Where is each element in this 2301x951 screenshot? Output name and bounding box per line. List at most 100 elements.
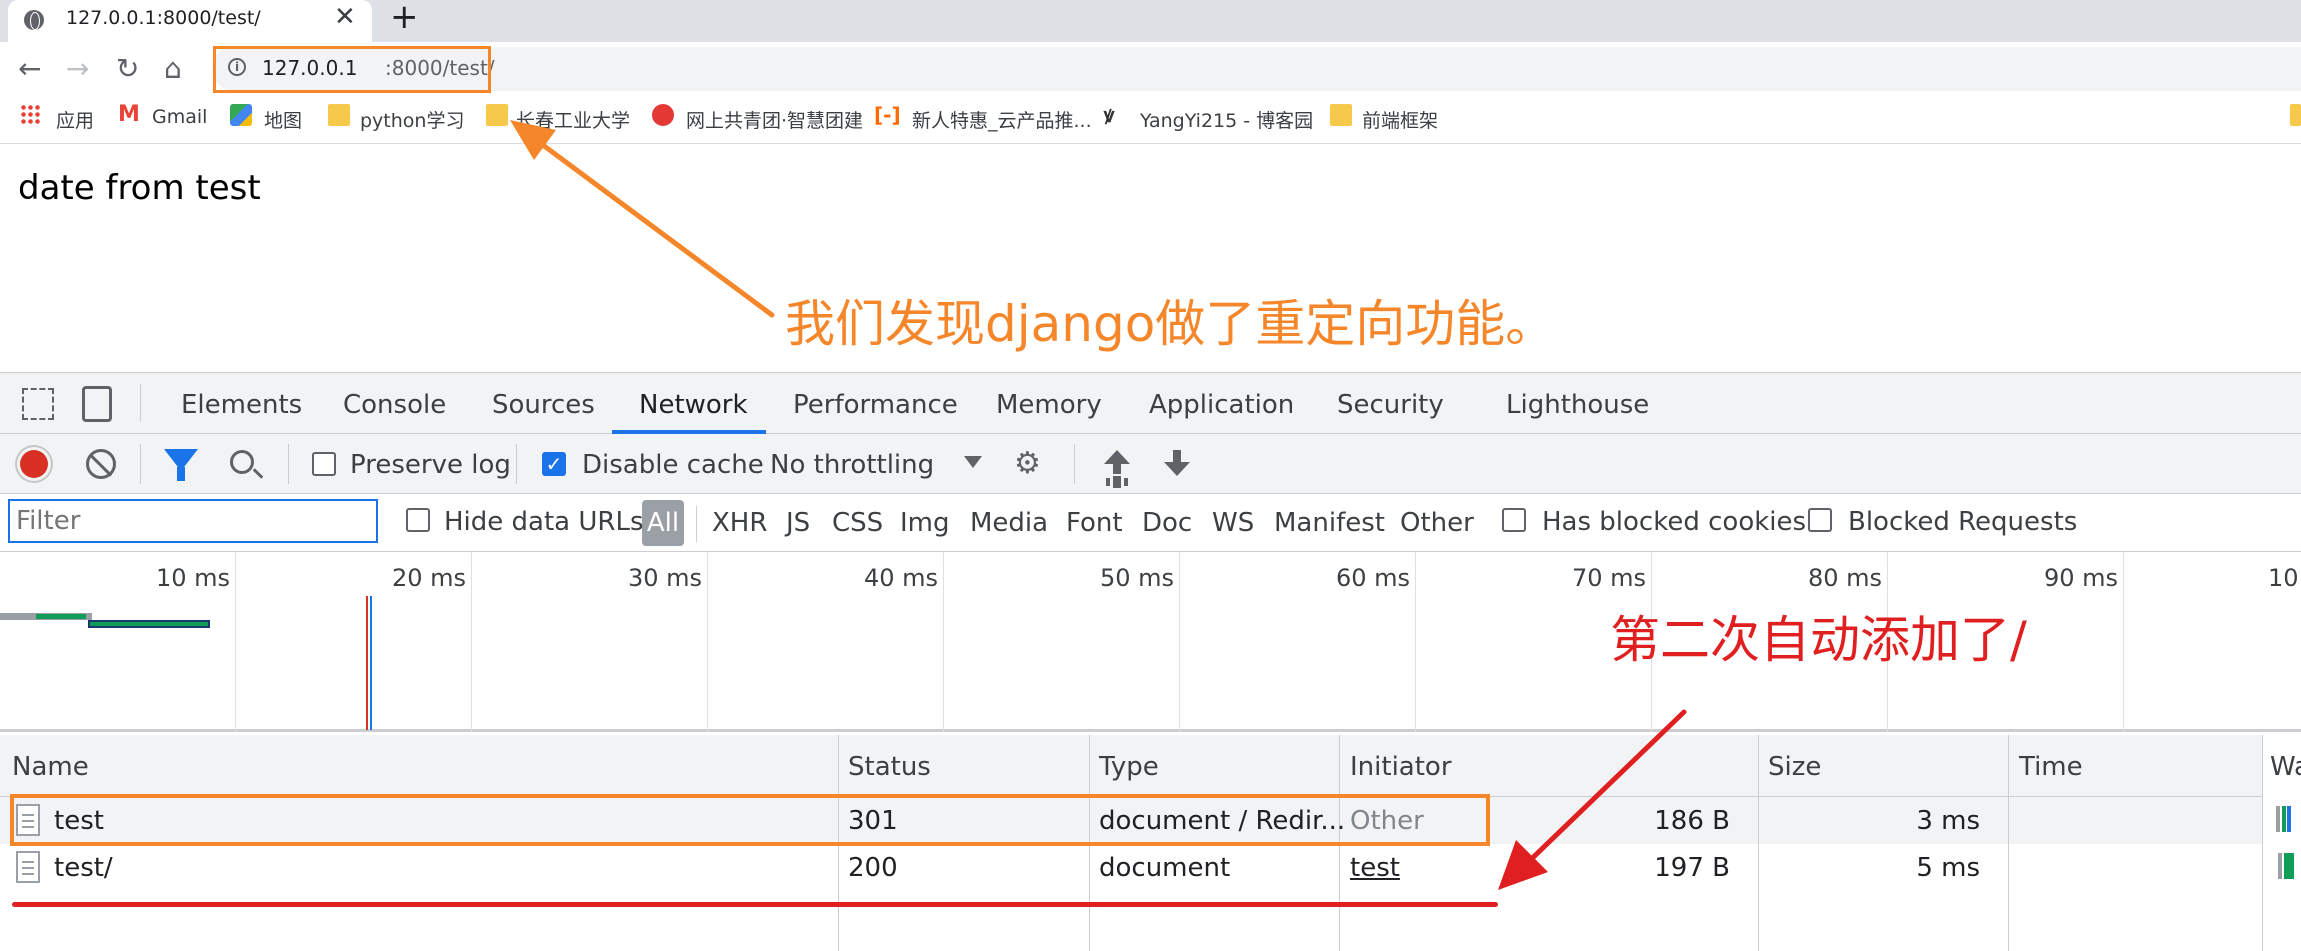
tab-memory[interactable]: Memory bbox=[996, 390, 1102, 420]
type-filter-manifest[interactable]: Manifest bbox=[1274, 508, 1385, 538]
column-header-name[interactable]: Name bbox=[12, 752, 89, 782]
device-toolbar-icon[interactable] bbox=[82, 386, 112, 422]
preserve-log-checkbox[interactable] bbox=[312, 452, 336, 476]
column-header-waterfall[interactable]: Wa bbox=[2270, 752, 2301, 782]
overview-grid-line bbox=[707, 552, 708, 732]
type-filter-media[interactable]: Media bbox=[970, 508, 1048, 538]
type-filter-js[interactable]: JS bbox=[786, 508, 810, 538]
type-filter-xhr[interactable]: XHR bbox=[712, 508, 767, 538]
waterfall-bar bbox=[2287, 806, 2291, 832]
tab-application[interactable]: Application bbox=[1149, 390, 1294, 420]
tab-network[interactable]: Network bbox=[639, 390, 748, 420]
type-filter-ws[interactable]: WS bbox=[1212, 508, 1254, 538]
tab-elements[interactable]: Elements bbox=[181, 390, 302, 420]
export-har-icon[interactable] bbox=[1164, 450, 1190, 480]
overview-grid-line bbox=[471, 552, 472, 732]
request-time: 3 ms bbox=[1916, 806, 1980, 836]
overview-tick-label: 10 ms bbox=[155, 564, 230, 592]
folder-icon bbox=[328, 104, 350, 126]
tab-lighthouse[interactable]: Lighthouse bbox=[1506, 390, 1649, 420]
inspect-element-icon[interactable] bbox=[22, 388, 54, 420]
overview-tick-label: 50 ms bbox=[1099, 564, 1174, 592]
overview-tick-label: 40 ms bbox=[863, 564, 938, 592]
request-initiator-link[interactable]: test bbox=[1350, 853, 1400, 883]
chevron-down-icon[interactable] bbox=[964, 456, 982, 468]
type-filter-img[interactable]: Img bbox=[900, 508, 950, 538]
reload-icon[interactable]: ↻ bbox=[116, 52, 139, 86]
devtools-separator bbox=[140, 384, 141, 422]
column-header-type[interactable]: Type bbox=[1099, 752, 1159, 782]
tab-close-icon[interactable]: ✕ bbox=[334, 3, 356, 31]
tab-performance[interactable]: Performance bbox=[793, 390, 958, 420]
overview-tick-label: 20 ms bbox=[391, 564, 466, 592]
tab-sources[interactable]: Sources bbox=[492, 390, 595, 420]
waterfall-bar bbox=[2278, 853, 2282, 879]
cnblogs-icon: ꝟ bbox=[1104, 103, 1115, 127]
forward-arrow-icon[interactable]: → bbox=[66, 52, 89, 86]
address-highlight-box bbox=[213, 46, 491, 93]
hide-data-urls-checkbox[interactable] bbox=[406, 508, 430, 532]
back-arrow-icon[interactable]: ← bbox=[18, 52, 41, 86]
waterfall-bar bbox=[2276, 806, 2280, 832]
type-filter-font[interactable]: Font bbox=[1066, 508, 1123, 538]
disable-cache-checkbox[interactable]: ✓ bbox=[542, 452, 566, 476]
toolbar-separator bbox=[140, 444, 141, 484]
column-header-size[interactable]: Size bbox=[1768, 752, 1821, 782]
maps-icon bbox=[230, 104, 252, 126]
type-filter-other[interactable]: Other bbox=[1400, 508, 1474, 538]
request-type: document bbox=[1099, 853, 1231, 883]
overview-tick-label: 80 ms bbox=[1807, 564, 1882, 592]
tab-title: 127.0.0.1:8000/test/ bbox=[66, 7, 261, 29]
bookmark-aliyun[interactable]: 新人特惠_云产品推... bbox=[912, 106, 1092, 133]
type-filter-css[interactable]: CSS bbox=[832, 508, 883, 538]
blocked-requests-checkbox[interactable] bbox=[1808, 508, 1832, 532]
disable-cache-label: Disable cache bbox=[582, 450, 764, 480]
annotation-arrow-orange bbox=[510, 120, 775, 318]
page-body-text: date from test bbox=[18, 168, 261, 208]
network-conditions-icon[interactable]: ⚙ bbox=[1014, 446, 1050, 482]
bookmark-cnblogs[interactable]: YangYi215 - 博客园 bbox=[1140, 106, 1313, 133]
column-header-time[interactable]: Time bbox=[2019, 752, 2083, 782]
row-underline-annotation bbox=[12, 902, 1498, 907]
address-bar[interactable] bbox=[212, 47, 2301, 91]
bookmark-python[interactable]: python学习 bbox=[360, 106, 464, 133]
type-filter-all[interactable]: All bbox=[642, 500, 684, 546]
tab-security[interactable]: Security bbox=[1337, 390, 1444, 420]
folder-icon bbox=[2290, 104, 2301, 126]
home-icon[interactable]: ⌂ bbox=[164, 52, 182, 86]
overview-request-bar bbox=[88, 620, 210, 628]
bookmark-frontend[interactable]: 前端框架 bbox=[1362, 106, 1438, 133]
toolbar-separator bbox=[288, 444, 289, 484]
bookmark-maps[interactable]: 地图 bbox=[264, 106, 302, 133]
dom-content-loaded-line bbox=[370, 596, 372, 730]
overview-request-bar bbox=[36, 614, 86, 619]
tab-console[interactable]: Console bbox=[343, 390, 446, 420]
overview-tick-label: 70 ms bbox=[1571, 564, 1646, 592]
search-icon[interactable] bbox=[230, 450, 254, 474]
import-har-icon[interactable] bbox=[1104, 450, 1130, 480]
column-header-status[interactable]: Status bbox=[848, 752, 931, 782]
row-highlight-box bbox=[10, 794, 1490, 846]
has-blocked-cookies-checkbox[interactable] bbox=[1502, 508, 1526, 532]
clear-icon[interactable] bbox=[86, 449, 116, 479]
slash-annotation: 第二次自动添加了/ bbox=[1610, 611, 2027, 669]
request-time: 5 ms bbox=[1916, 853, 1980, 883]
overview-tick-label: 90 ms bbox=[2043, 564, 2118, 592]
type-filter-doc[interactable]: Doc bbox=[1142, 508, 1192, 538]
column-separator bbox=[2008, 735, 2009, 951]
request-name[interactable]: test/ bbox=[54, 853, 113, 883]
throttling-select[interactable]: No throttling bbox=[770, 450, 934, 480]
new-tab-button[interactable]: + bbox=[390, 0, 419, 34]
apps-icon bbox=[20, 104, 42, 126]
overview-grid-line bbox=[943, 552, 944, 732]
bookmark-apps[interactable]: 应用 bbox=[56, 106, 94, 133]
filter-icon[interactable] bbox=[164, 449, 198, 481]
preserve-log-label: Preserve log bbox=[350, 450, 511, 480]
record-button[interactable] bbox=[20, 450, 48, 478]
waterfall-bar bbox=[2282, 806, 2286, 832]
bookmark-gmail[interactable]: Gmail bbox=[152, 106, 207, 128]
overview-grid-line bbox=[1179, 552, 1180, 732]
filter-input[interactable] bbox=[8, 499, 378, 543]
document-icon bbox=[16, 851, 40, 883]
column-header-initiator[interactable]: Initiator bbox=[1350, 752, 1452, 782]
